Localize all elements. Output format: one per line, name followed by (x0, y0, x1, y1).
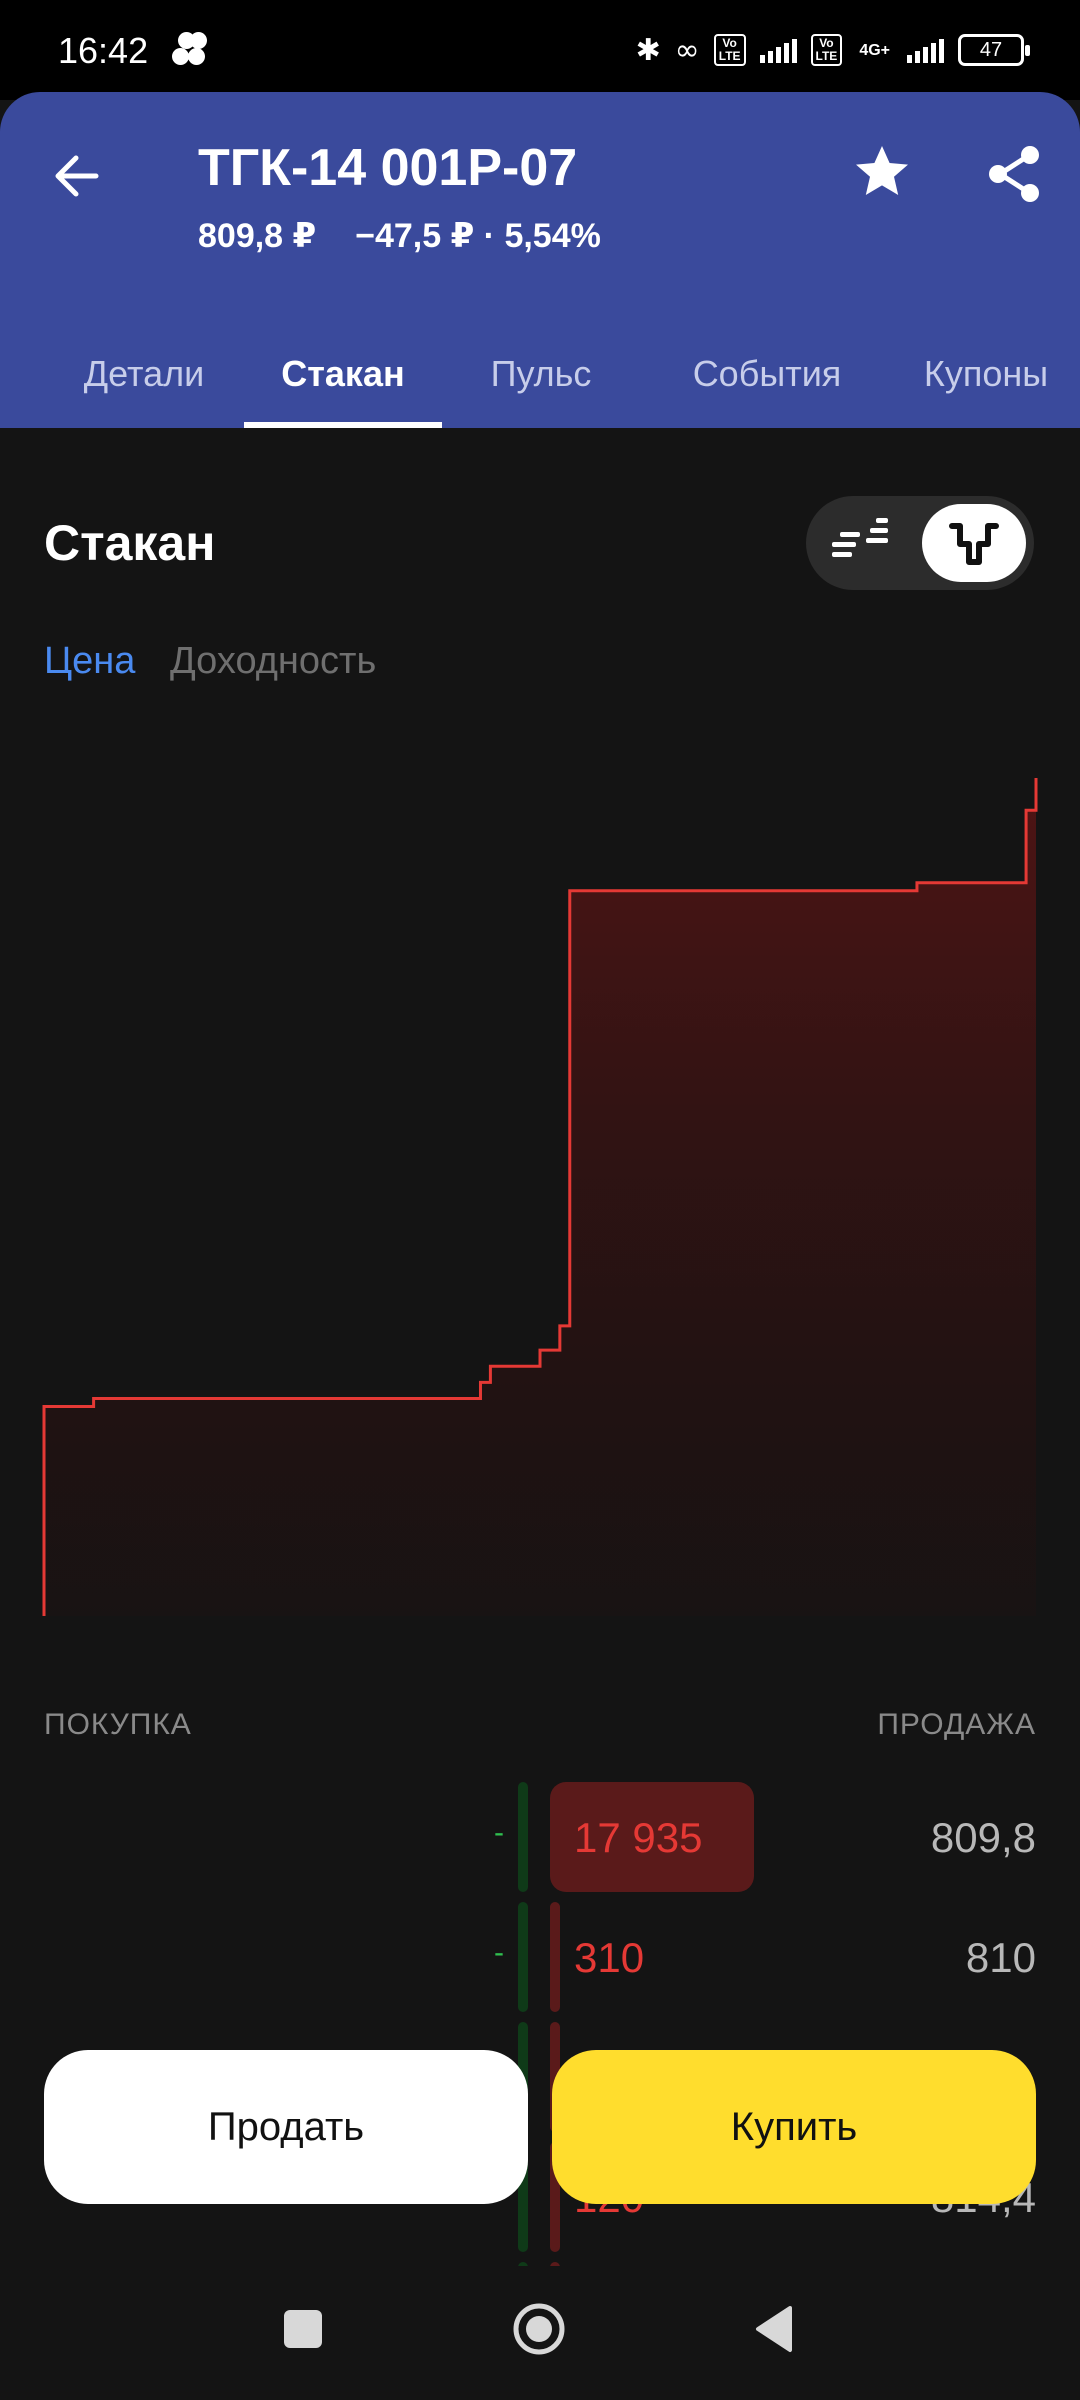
tab-coupons[interactable]: Купоны (896, 324, 1076, 428)
sell-button[interactable]: Продать (44, 2050, 528, 2204)
ask-price: 809,8 (930, 1814, 1036, 1861)
sell-column-header: ПРОДАЖА (877, 1708, 1036, 1741)
ask-area (44, 778, 1036, 1616)
instrument-title: ТГК-14 001Р-07 (198, 139, 578, 197)
network-type: 4G+ (859, 41, 890, 59)
filter-price[interactable]: Цена (44, 640, 135, 683)
star-icon[interactable] (852, 142, 912, 202)
current-price: 809,8 ₽ (198, 217, 317, 255)
active-tab-indicator (244, 422, 442, 428)
bid-qty: - (494, 1936, 504, 1969)
tab-bar: Детали Стакан Пульс События Купоны (0, 324, 1080, 428)
ask-qty: 310 (574, 1934, 645, 1981)
signal-icon (759, 37, 797, 63)
status-bar: 16:42 ✱ ∞ Vo LTE Vo LTE 4G+ 47 (0, 0, 1080, 100)
orderbook-row[interactable]: - 310 810 (0, 1902, 1080, 2012)
bid-qty: - (494, 1816, 504, 1849)
ask-price: 810 (965, 1934, 1036, 1981)
battery-icon: 47 (958, 34, 1030, 66)
tab-pulse[interactable]: Пульс (466, 324, 616, 428)
instrument-header: ТГК-14 001Р-07 809,8 ₽ −47,5 ₽ · 5,54% Д… (0, 92, 1080, 428)
view-toggle[interactable] (806, 496, 1034, 590)
price-change: −47,5 ₽ · 5,54% (355, 217, 601, 255)
buy-button[interactable]: Купить (552, 2050, 1036, 2204)
list-view-icon[interactable] (828, 518, 898, 568)
volte-icon-2: Vo LTE (810, 34, 843, 66)
status-time: 16:42 (58, 30, 149, 71)
link-icon: ∞ (674, 32, 700, 68)
tab-details[interactable]: Детали (66, 324, 222, 428)
depth-chart-toggle[interactable] (922, 504, 1026, 582)
ask-volume-fill (550, 1902, 560, 2012)
buy-column-header: ПОКУПКА (44, 1708, 192, 1741)
status-icons: ✱ ∞ Vo LTE Vo LTE 4G+ 47 (635, 28, 1030, 72)
tab-orderbook[interactable]: Стакан (248, 324, 438, 428)
signal-icon-2 (907, 37, 944, 63)
volte-icon: Vo LTE (713, 34, 746, 66)
bid-bar (518, 1782, 528, 1892)
arrow-left-icon[interactable] (46, 144, 110, 208)
depth-chart (42, 778, 1038, 1616)
system-nav-bar (0, 2266, 1080, 2400)
filter-yield[interactable]: Доходность (170, 640, 376, 683)
ask-qty: 17 935 (574, 1814, 703, 1861)
recents-icon[interactable] (284, 2310, 322, 2348)
depth-chart-icon (949, 523, 999, 565)
price-line: 809,8 ₽ −47,5 ₽ · 5,54% (198, 216, 601, 256)
home-icon[interactable] (512, 2302, 566, 2356)
orderbook-row[interactable]: - 17 935 809,8 (0, 1782, 1080, 1892)
bluetooth-icon: ✱ (635, 32, 661, 68)
bid-bar (518, 1902, 528, 2012)
app-notification-icon (168, 32, 208, 68)
share-icon[interactable] (982, 142, 1046, 206)
back-triangle-icon[interactable] (752, 2304, 794, 2354)
tab-events[interactable]: События (664, 324, 870, 428)
section-title: Стакан (44, 515, 216, 571)
